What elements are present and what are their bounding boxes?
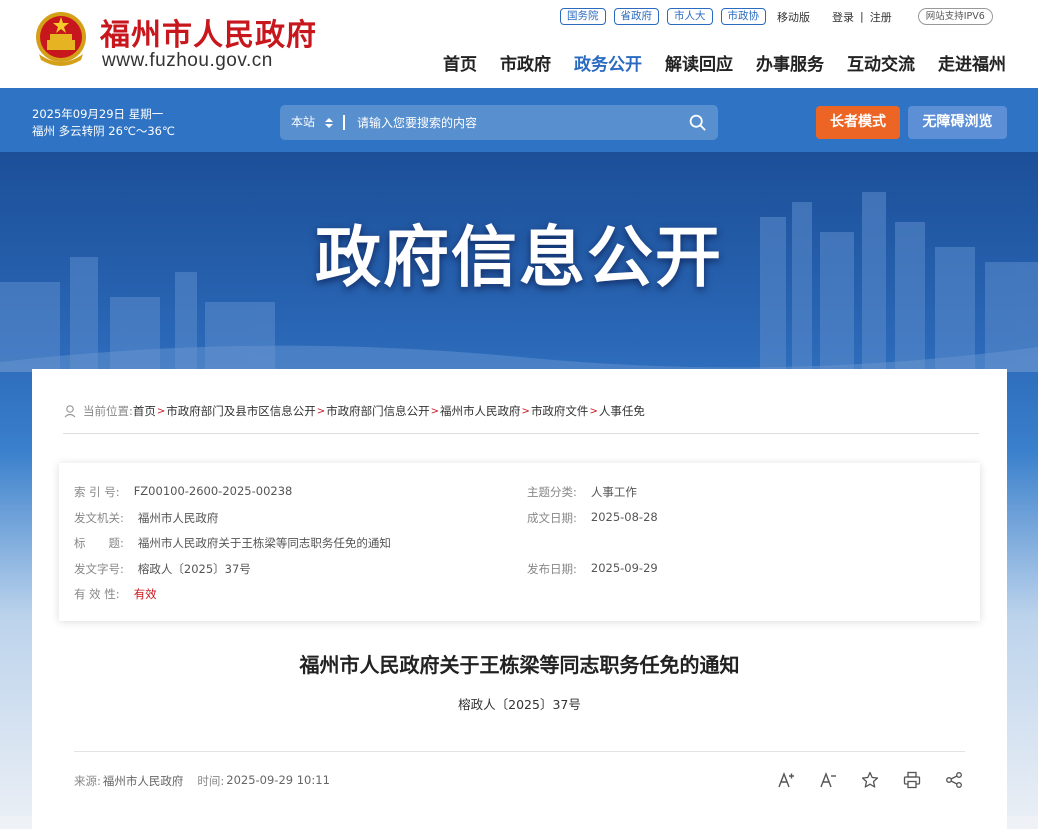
link-npc[interactable]: 市人大	[667, 8, 713, 25]
weather-info: 福州 多云转阴 26℃～36℃	[32, 124, 175, 138]
search-input[interactable]	[352, 105, 682, 140]
star-favorite-icon[interactable]	[861, 771, 879, 789]
elder-mode-button[interactable]: 长者模式	[816, 106, 900, 139]
share-icon[interactable]	[945, 771, 963, 789]
time-value: 2025-09-29 10:11	[226, 773, 330, 787]
breadcrumb-separator: >	[589, 405, 598, 417]
meta-validity: 有 效 性: 有效	[74, 586, 157, 602]
nav-home[interactable]: 首页	[443, 50, 477, 75]
meta-validity-label: 有 效 性:	[74, 587, 120, 601]
date-weather: 2025年09月29日 星期一 福州 多云转阴 26℃～36℃	[32, 106, 175, 140]
meta-pubdate: 发布日期: 2025-09-29	[527, 561, 658, 577]
meta-topic-value: 人事工作	[590, 485, 637, 499]
login-link[interactable]: 登录	[832, 9, 854, 25]
main-nav: 首页 市政府 政务公开 解读回应 办事服务 互动交流 走进福州	[420, 50, 1006, 75]
breadcrumb-city-docs[interactable]: 市政府文件	[531, 403, 589, 419]
nav-services[interactable]: 办事服务	[756, 50, 824, 75]
font-increase-icon[interactable]	[777, 771, 795, 789]
nav-interaction[interactable]: 互动交流	[847, 50, 915, 75]
ipv6-badge: 网站支持IPV6	[917, 8, 993, 25]
meta-issuer-label: 发文机关:	[74, 511, 124, 525]
register-link[interactable]: 注册	[870, 9, 892, 25]
mobile-version-link[interactable]: 移动版	[777, 9, 810, 25]
sort-arrows-icon[interactable]	[325, 118, 333, 128]
search-divider	[343, 115, 345, 130]
meta-docno-value: 榕政人〔2025〕37号	[137, 562, 251, 576]
accessibility-button[interactable]: 无障碍浏览	[908, 106, 1007, 139]
breadcrumb-home[interactable]: 首页	[133, 403, 156, 419]
search-box: 本站	[280, 105, 718, 140]
breadcrumb-dept-info[interactable]: 市政府部门信息公开	[326, 403, 430, 419]
document-source-info: 来源: 福州市人民政府 时间: 2025-09-29 10:11	[74, 773, 330, 789]
meta-index-label: 索 引 号:	[74, 485, 120, 499]
search-scope-select[interactable]: 本站	[291, 105, 315, 140]
breadcrumb-label: 当前位置:	[83, 404, 133, 418]
search-icon[interactable]	[689, 114, 706, 131]
nav-about-fuzhou[interactable]: 走进福州	[938, 50, 1006, 75]
meta-date-value: 2025-08-28	[590, 510, 658, 524]
meta-date: 成文日期: 2025-08-28	[527, 510, 658, 526]
meta-pubdate-label: 发布日期:	[527, 562, 577, 576]
link-state-council[interactable]: 国务院	[560, 8, 606, 25]
meta-pubdate-value: 2025-09-29	[590, 561, 658, 575]
location-icon	[64, 405, 76, 418]
document-number: 榕政人〔2025〕37号	[458, 697, 581, 712]
site-header: 福州市人民政府 www.fuzhou.gov.cn 国务院 省政府 市人大 市政…	[0, 0, 1038, 88]
time-label: 时间:	[197, 774, 225, 788]
breadcrumb-separator: >	[521, 405, 530, 417]
utility-bar: 2025年09月29日 星期一 福州 多云转阴 26℃～36℃ 本站 长者模式 …	[0, 88, 1038, 152]
meta-title-value: 福州市人民政府关于王栋梁等同志职务任免的通知	[137, 536, 391, 550]
print-icon[interactable]	[903, 771, 921, 789]
top-links: 国务院 省政府 市人大 市政协 移动版 登录 | 注册 网站支持IPV6	[560, 8, 993, 25]
meta-issuer-value: 福州市人民政府	[137, 511, 219, 525]
meta-topic: 主题分类: 人事工作	[527, 484, 637, 500]
document-divider	[74, 751, 965, 752]
breadcrumb-city-gov[interactable]: 福州市人民政府	[440, 403, 521, 419]
meta-topic-label: 主题分类:	[527, 485, 577, 499]
site-url[interactable]: www.fuzhou.gov.cn	[102, 50, 273, 72]
content-panel: 当前位置: 首页 > 市政府部门及县市区信息公开 > 市政府部门信息公开 > 福…	[32, 369, 1007, 829]
breadcrumb-dept-county[interactable]: 市政府部门及县市区信息公开	[166, 403, 316, 419]
banner-title: 政府信息公开	[315, 219, 723, 296]
source-label: 来源:	[74, 774, 101, 788]
link-provincial-gov[interactable]: 省政府	[613, 8, 659, 25]
meta-title-label: 标 题:	[74, 536, 124, 550]
meta-title: 标 题: 福州市人民政府关于王栋梁等同志职务任免的通知	[74, 535, 391, 551]
article-toolbar	[777, 771, 987, 789]
breadcrumb-divider	[63, 433, 979, 434]
font-decrease-icon[interactable]	[819, 771, 837, 789]
nav-interpretation[interactable]: 解读回应	[665, 50, 733, 75]
breadcrumb-personnel[interactable]: 人事任免	[599, 403, 645, 419]
breadcrumb-separator: >	[316, 405, 326, 417]
nav-city-gov[interactable]: 市政府	[500, 50, 551, 75]
site-name[interactable]: 福州市人民政府	[100, 10, 317, 54]
nav-gov-affairs[interactable]: 政务公开	[574, 50, 642, 75]
login-separator: |	[860, 10, 864, 23]
meta-docno: 发文字号: 榕政人〔2025〕37号	[74, 561, 251, 577]
breadcrumb: 当前位置: 首页 > 市政府部门及县市区信息公开 > 市政府部门信息公开 > 福…	[63, 403, 645, 419]
link-cppcc[interactable]: 市政协	[720, 8, 766, 25]
document-metadata-box: 索 引 号: FZ00100-2600-2025-00238 主题分类: 人事工…	[59, 463, 980, 621]
meta-index-value: FZ00100-2600-2025-00238	[133, 484, 293, 498]
meta-date-label: 成文日期:	[527, 511, 577, 525]
meta-validity-value: 有效	[133, 587, 157, 601]
meta-docno-label: 发文字号:	[74, 562, 124, 576]
meta-index: 索 引 号: FZ00100-2600-2025-00238	[74, 484, 292, 500]
national-emblem-icon[interactable]	[33, 10, 89, 68]
meta-issuer: 发文机关: 福州市人民政府	[74, 510, 218, 526]
source-value: 福州市人民政府	[102, 774, 184, 788]
breadcrumb-separator: >	[156, 405, 166, 417]
document-title: 福州市人民政府关于王栋梁等同志职务任免的通知	[299, 653, 740, 677]
current-date: 2025年09月29日 星期一	[32, 107, 164, 121]
breadcrumb-separator: >	[430, 405, 440, 417]
